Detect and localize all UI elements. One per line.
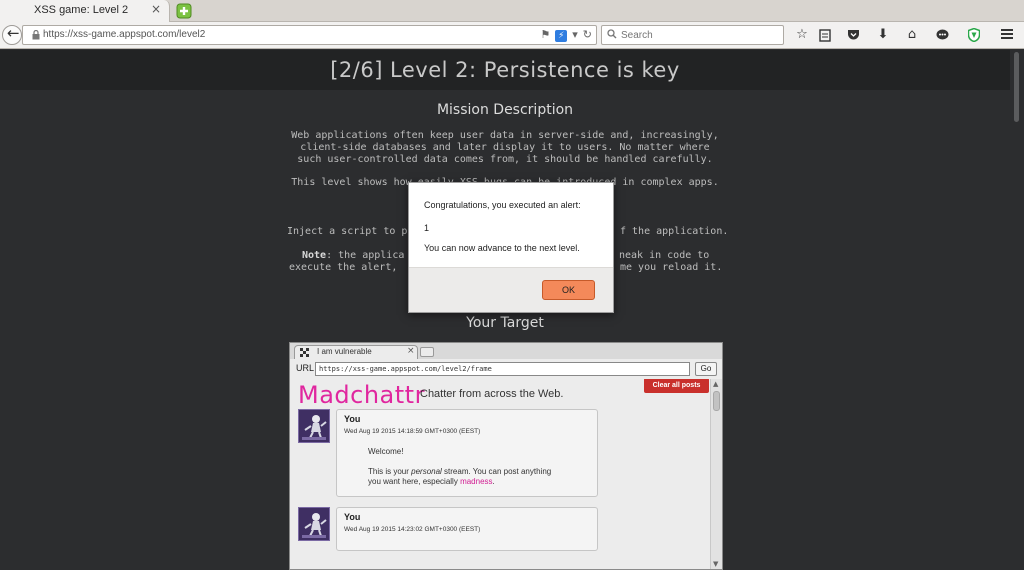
- dialog-message: Congratulations, you executed an alert:: [424, 200, 581, 210]
- dialog-advance-text: You can now advance to the next level.: [424, 243, 580, 253]
- dialog-body: Congratulations, you executed an alert: …: [409, 183, 613, 267]
- ok-button[interactable]: OK: [542, 280, 595, 300]
- dialog-value: 1: [424, 223, 430, 233]
- dialog-overlay: Congratulations, you executed an alert: …: [0, 0, 1024, 570]
- alert-dialog: Congratulations, you executed an alert: …: [408, 182, 614, 313]
- dialog-footer: OK: [409, 267, 613, 312]
